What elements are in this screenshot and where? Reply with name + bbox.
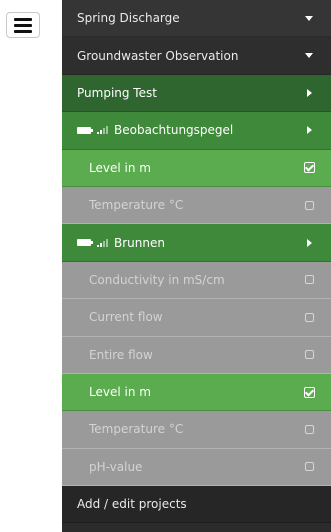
hamburger-bar [14, 29, 32, 33]
checkbox-unchecked-icon[interactable] [304, 424, 314, 434]
menu-item-label: Groundwaster Observation [77, 48, 239, 63]
chevron-down-icon [305, 53, 313, 59]
navigation-panel: Spring Discharge Groundwaster Observatio… [62, 0, 331, 532]
sensor-item-level[interactable]: Level in m [62, 373, 331, 412]
hamburger-bar [14, 23, 32, 27]
group-beobachtungspegel[interactable]: Beobachtungspegel [62, 112, 331, 150]
group-label: Brunnen [114, 235, 165, 250]
sensor-item-temperature[interactable]: Temperature °C [62, 186, 331, 225]
sensor-label: Conductivity in mS/cm [89, 272, 225, 287]
sensor-item-level[interactable]: Level in m [62, 149, 331, 187]
sensor-label: Level in m [89, 385, 151, 400]
battery-icon [77, 239, 93, 247]
sensor-item-temperature[interactable]: Temperature °C [62, 411, 331, 449]
menu-item-pumping-test[interactable]: Pumping Test [62, 74, 331, 113]
menu-item-label: Spring Discharge [77, 11, 180, 26]
signal-icon [97, 126, 108, 135]
checkbox-unchecked-icon[interactable] [304, 350, 314, 360]
checkbox-checked-icon[interactable] [303, 386, 315, 398]
chevron-right-icon [306, 88, 312, 97]
hamburger-bar [14, 17, 32, 21]
sensor-item-entire-flow[interactable]: Entire flow [62, 336, 331, 374]
menu-item-label: Add / edit projects [77, 497, 187, 512]
checkbox-unchecked-icon[interactable] [304, 275, 314, 285]
checkbox-unchecked-icon[interactable] [304, 462, 314, 472]
menu-item-spring-discharge[interactable]: Spring Discharge [62, 0, 331, 38]
chevron-right-icon [306, 126, 312, 135]
checkbox-unchecked-icon[interactable] [304, 312, 314, 322]
checkbox-unchecked-icon[interactable] [304, 200, 314, 210]
signal-icon [97, 238, 108, 247]
add-edit-projects-link[interactable]: Add / edit projects [62, 486, 331, 524]
sensor-item-conductivity[interactable]: Conductivity in mS/cm [62, 261, 331, 300]
chevron-right-icon [306, 238, 312, 247]
menu-item-groundwater-observation[interactable]: Groundwaster Observation [62, 37, 331, 75]
group-brunnen[interactable]: Brunnen [62, 224, 331, 262]
sensor-label: Temperature °C [89, 422, 184, 437]
sensor-label: Level in m [89, 160, 151, 175]
group-label: Beobachtungspegel [114, 123, 234, 138]
sensor-label: pH-value [89, 459, 143, 474]
sensor-item-ph-value[interactable]: pH-value [62, 448, 331, 487]
menu-item-label: Pumping Test [77, 85, 157, 100]
chevron-down-icon [305, 15, 313, 21]
hamburger-menu-button[interactable] [6, 12, 40, 38]
sensor-label: Temperature °C [89, 198, 184, 213]
sensor-label: Entire flow [89, 347, 153, 362]
battery-icon [77, 126, 93, 134]
sensor-label: Current flow [89, 310, 163, 325]
sensor-item-current-flow[interactable]: Current flow [62, 299, 331, 337]
checkbox-checked-icon[interactable] [303, 162, 315, 174]
